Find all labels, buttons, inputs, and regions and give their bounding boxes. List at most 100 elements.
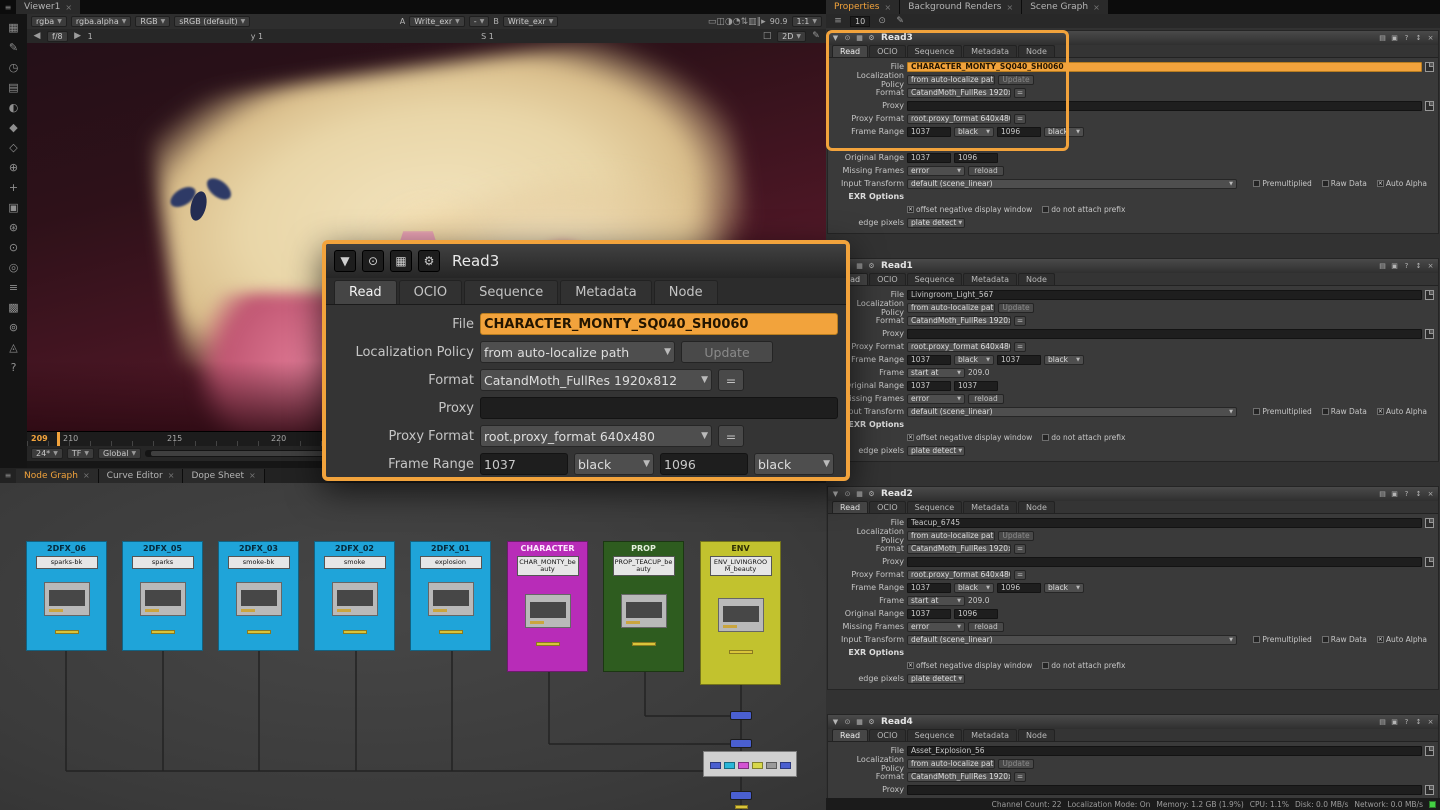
help-icon[interactable]: ? — [1402, 718, 1411, 726]
file-browse-icon[interactable] — [1425, 101, 1434, 111]
localization-policy-dropdown[interactable]: from auto-localize path▼ — [907, 75, 995, 85]
help-icon[interactable]: ? — [1402, 262, 1411, 270]
first-frame-input[interactable]: 1037 — [907, 583, 951, 593]
reload-button[interactable]: reload — [968, 166, 1004, 176]
input-b-dropdown[interactable]: Write_exr▼ — [503, 16, 559, 27]
fps-dropdown[interactable]: 24*▼ — [31, 448, 63, 459]
checkbox-box[interactable] — [1322, 180, 1329, 187]
node-smoke-bk[interactable]: smoke-bk — [228, 556, 290, 569]
last-frame-input[interactable]: 1037 — [997, 355, 1041, 365]
close-icon[interactable]: × — [1426, 718, 1435, 726]
input-transform-dropdown[interactable]: default (scene_linear)▼ — [907, 635, 1237, 645]
file-browse-icon[interactable] — [1425, 518, 1434, 528]
proxy-icon[interactable]: ◫ — [716, 17, 725, 27]
edge-pixels-dropdown[interactable]: plate detect▼ — [907, 446, 965, 456]
localization-policy-dropdown[interactable]: from auto-localize path▼ — [480, 341, 675, 363]
collapse-icon[interactable]: ▼ — [334, 250, 356, 272]
backdrop-2dfx-05[interactable]: 2DFX_05sparks — [122, 541, 203, 651]
missing-frames-dropdown[interactable]: error▼ — [907, 394, 965, 404]
close-icon[interactable]: × — [83, 471, 90, 480]
tab-ocio[interactable]: OCIO — [869, 501, 906, 513]
last-frame-input[interactable]: 1096 — [660, 453, 748, 475]
dock-tab-curve-editor[interactable]: Curve Editor× — [99, 469, 184, 483]
read-node-thumbnail[interactable] — [718, 598, 764, 632]
merge-icon[interactable]: ⊕ — [3, 158, 25, 177]
file-input[interactable]: CHARACTER_MONTY_SQ040_SH0060 — [907, 62, 1422, 72]
app-menu-icon[interactable]: ≡ — [0, 3, 16, 12]
localization-policy-dropdown[interactable]: from auto-localize path▼ — [907, 531, 995, 541]
checkbox-premultiplied[interactable]: Premultiplied — [1253, 179, 1311, 188]
postage-icon[interactable]: ▦ — [855, 718, 864, 726]
tab-metadata[interactable]: Metadata — [963, 273, 1017, 285]
tab-node[interactable]: Node — [1018, 273, 1055, 285]
format-dropdown[interactable]: CatandMoth_FullRes 1920x812▼ — [480, 369, 712, 391]
missing-frames-dropdown[interactable]: error▼ — [907, 622, 965, 632]
backdrop-2dfx-03[interactable]: 2DFX_03smoke-bk — [218, 541, 299, 651]
after-mode-dropdown[interactable]: black▼ — [1044, 127, 1084, 137]
file-browse-icon[interactable] — [1425, 62, 1434, 72]
layout-icon[interactable]: ▤ — [1378, 34, 1387, 42]
checkbox-box[interactable] — [1042, 206, 1049, 213]
lock-icon[interactable]: ⊙ — [876, 16, 888, 26]
after-mode-dropdown[interactable]: black▼ — [1044, 583, 1084, 593]
first-frame-input[interactable]: 1037 — [907, 355, 951, 365]
format-dropdown[interactable]: CatandMoth_FullRes 1920x812▼ — [907, 772, 1011, 782]
dock-tab-dope-sheet[interactable]: Dope Sheet× — [183, 469, 264, 483]
tab-node[interactable]: Node — [1018, 729, 1055, 741]
node-smoke[interactable]: smoke — [324, 556, 386, 569]
tab-metadata[interactable]: Metadata — [963, 45, 1017, 57]
panel-menu-icon[interactable]: ≡ — [832, 16, 844, 26]
before-mode-dropdown[interactable]: black▼ — [574, 453, 654, 475]
center-icon[interactable]: ⊙ — [843, 718, 852, 726]
collapse-icon[interactable]: ▼ — [831, 718, 840, 726]
read-node-thumbnail[interactable] — [525, 594, 571, 628]
prev-arrow-icon[interactable]: ◀ — [31, 31, 43, 41]
checkbox-box[interactable] — [1322, 636, 1329, 643]
proxy-input[interactable] — [907, 785, 1422, 795]
file-input[interactable]: CHARACTER_MONTY_SQ040_SH0060 — [480, 313, 838, 335]
tab-metadata[interactable]: Metadata — [963, 501, 1017, 513]
float-icon[interactable]: ▣ — [1390, 262, 1399, 270]
checkbox-offset-negative-display-window[interactable]: ×offset negative display window — [907, 433, 1032, 442]
format-dropdown[interactable]: CatandMoth_FullRes 1920x812▼ — [907, 316, 1011, 326]
checkbox-do-not-attach-prefix[interactable]: do not attach prefix — [1042, 205, 1125, 214]
input-a-dropdown[interactable]: Write_exr▼ — [409, 16, 465, 27]
playhead[interactable] — [57, 432, 60, 447]
plugins-icon[interactable]: ◬ — [3, 338, 25, 357]
edit-icon[interactable]: ✎ — [894, 16, 906, 26]
first-frame-input[interactable]: 1037 — [907, 127, 951, 137]
close-icon[interactable]: × — [65, 3, 72, 12]
file-browse-icon[interactable] — [1425, 290, 1434, 300]
backdrop-character[interactable]: CHARACTERCHAR_MONTY_beauty — [507, 541, 588, 672]
tab-node[interactable]: Node — [1018, 45, 1055, 57]
layer-dropdown[interactable]: rgba▼ — [31, 16, 67, 27]
equals-button[interactable]: = — [718, 425, 744, 447]
ab-blend-dropdown[interactable]: -▼ — [469, 16, 490, 27]
display-channel-dropdown[interactable]: RGB▼ — [135, 16, 170, 27]
equals-button[interactable]: = — [1014, 114, 1026, 124]
update-button[interactable]: Update — [998, 75, 1034, 85]
dock-menu-icon[interactable]: ≡ — [0, 471, 16, 480]
checkbox-auto-alpha[interactable]: ×Auto Alpha — [1377, 179, 1427, 188]
reorder-icon[interactable]: ↕ — [1414, 262, 1423, 270]
close-icon[interactable]: × — [1093, 3, 1100, 12]
checkbox-do-not-attach-prefix[interactable]: do not attach prefix — [1042, 661, 1125, 670]
checkbox-box[interactable]: × — [907, 206, 914, 213]
equals-button[interactable]: = — [1014, 570, 1026, 580]
merge-node[interactable] — [730, 739, 752, 748]
help-icon[interactable]: ? — [1402, 34, 1411, 42]
center-icon[interactable]: ⊙ — [843, 34, 852, 42]
checkbox-box[interactable] — [1042, 662, 1049, 669]
draw-icon[interactable]: ✎ — [3, 38, 25, 57]
node-env-livingroom-beauty[interactable]: ENV_LIVINGROOM_beauty — [710, 556, 772, 576]
reorder-icon[interactable]: ↕ — [1414, 718, 1423, 726]
merge-node[interactable] — [730, 711, 752, 720]
proxy-input[interactable] — [907, 557, 1422, 567]
layout-icon[interactable]: ▤ — [1378, 262, 1387, 270]
proxy-format-dropdown[interactable]: root.proxy_format 640x480▼ — [480, 425, 712, 447]
checkbox-box[interactable]: × — [1377, 636, 1384, 643]
controls-icon[interactable]: ⚙ — [867, 262, 876, 270]
close-icon[interactable]: × — [884, 3, 891, 12]
file-input[interactable]: Livingroom_Light_567 — [907, 290, 1422, 300]
channel-icon[interactable]: ▤ — [3, 78, 25, 97]
